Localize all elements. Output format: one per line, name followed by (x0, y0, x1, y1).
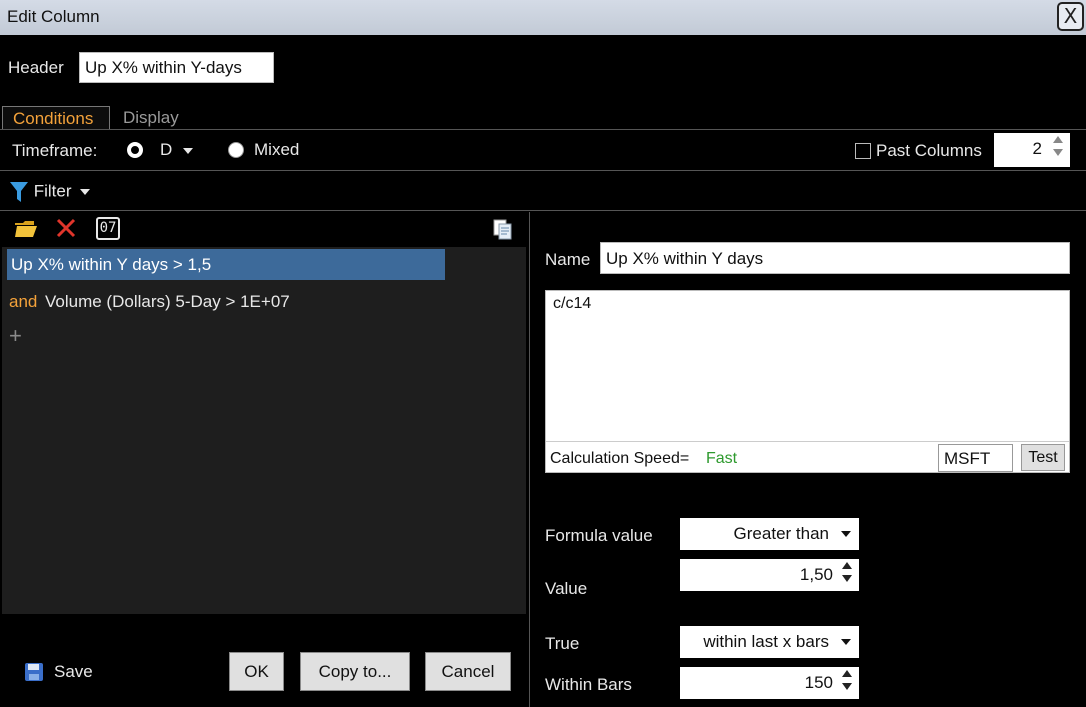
delete-icon[interactable] (55, 217, 77, 239)
add-condition-icon[interactable]: + (9, 323, 22, 349)
stepper-arrows-icon[interactable] (842, 562, 854, 582)
speed-value: Fast (706, 450, 738, 467)
cancel-button[interactable]: Cancel (425, 652, 511, 691)
speed-label: Calculation Speed= (550, 450, 690, 467)
floppy-disk-icon[interactable] (24, 662, 44, 682)
filter-divider (0, 210, 1086, 211)
condition-text: Up X% within Y days > 1,5 (11, 255, 212, 274)
true-label: True (545, 634, 580, 653)
formula-value-label: Formula value (545, 526, 653, 545)
funnel-icon (10, 182, 28, 202)
tab-conditions[interactable]: Conditions (2, 106, 110, 130)
past-columns-label: Past Columns (876, 141, 982, 160)
counter-icon[interactable]: 07 (96, 217, 120, 240)
name-input[interactable]: Up X% within Y days (600, 242, 1070, 274)
chevron-down-icon (80, 189, 91, 195)
ok-button[interactable]: OK (229, 652, 284, 691)
within-bars-value: 150 (804, 673, 833, 692)
list-item[interactable]: and Volume (Dollars) 5-Day > 1E+07 (7, 286, 445, 317)
value-value: 1,50 (799, 565, 833, 584)
value-label: Value (545, 579, 588, 598)
formula-text: c/c14 (553, 295, 592, 312)
chevron-down-icon (183, 147, 194, 154)
tab-divider (0, 129, 1086, 130)
timeframe-value: D (160, 140, 173, 159)
stepper-arrows-icon[interactable] (1053, 136, 1065, 156)
tab-display[interactable]: Display (113, 106, 189, 130)
timeframe-mixed-label: Mixed (254, 140, 300, 159)
title-bar: Edit Column X (0, 0, 1086, 35)
filter-dropdown[interactable]: Filter (9, 180, 91, 204)
formula-value-option: Greater than (733, 524, 829, 543)
past-columns-value: 2 (1032, 139, 1042, 158)
save-button[interactable]: Save (54, 662, 93, 682)
header-label: Header (8, 58, 64, 77)
timeframe-dropdown[interactable]: D (160, 140, 194, 160)
test-symbol-input[interactable]: MSFT (938, 444, 1013, 472)
open-folder-icon[interactable] (14, 217, 38, 239)
formula-divider (546, 441, 1069, 442)
header-input[interactable]: Up X% within Y-days (79, 52, 274, 83)
past-columns-checkbox[interactable] (855, 143, 871, 159)
chevron-down-icon (841, 639, 851, 645)
value-stepper[interactable]: 1,50 (680, 559, 859, 591)
within-bars-label: Within Bars (545, 675, 632, 694)
true-condition-select[interactable]: within last x bars (680, 626, 859, 658)
within-bars-stepper[interactable]: 150 (680, 667, 859, 699)
timeframe-mixed-radio[interactable] (228, 142, 244, 158)
timeframe-label: Timeframe: (12, 141, 98, 160)
condition-connector: and (9, 292, 38, 311)
close-button[interactable]: X (1057, 2, 1084, 31)
condition-text: Volume (Dollars) 5-Day > 1E+07 (45, 292, 290, 311)
copy-to-button[interactable]: Copy to... (300, 652, 410, 691)
stepper-arrows-icon[interactable] (842, 670, 854, 690)
name-label: Name (545, 250, 591, 269)
copy-document-icon[interactable] (492, 218, 514, 240)
timeframe-d-radio[interactable] (127, 142, 143, 158)
past-columns-stepper[interactable]: 2 (994, 133, 1070, 167)
test-button[interactable]: Test (1021, 444, 1065, 471)
chevron-down-icon (841, 531, 851, 537)
window-title: Edit Column (7, 7, 100, 26)
timeframe-divider (0, 170, 1086, 171)
list-item[interactable]: Up X% within Y days > 1,5 (7, 249, 445, 280)
formula-value-select[interactable]: Greater than (680, 518, 859, 550)
formula-editor[interactable]: c/c14 Calculation Speed= Fast MSFT Test (545, 290, 1070, 473)
true-condition-option: within last x bars (703, 632, 829, 651)
filter-label: Filter (33, 181, 72, 201)
